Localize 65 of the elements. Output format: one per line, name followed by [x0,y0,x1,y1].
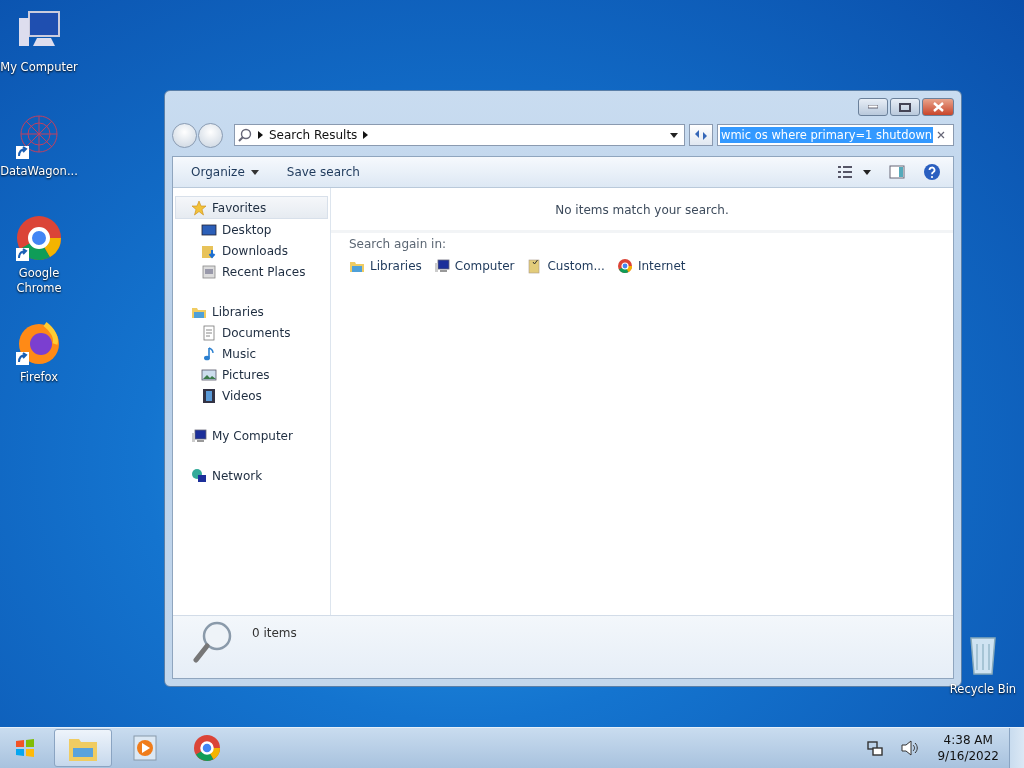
breadcrumb-arrow-icon [258,131,263,139]
nav-item[interactable]: Pictures [173,364,330,385]
item-count: 0 items [252,626,297,640]
nav-item[interactable]: Videos [173,385,330,406]
nav-icon [201,366,217,383]
play-icon [130,734,160,762]
nav-icon [201,221,217,238]
help-icon[interactable] [923,163,941,181]
nav-item[interactable]: My Computer [173,425,330,446]
clock-time[interactable]: 4:38 AM [943,732,993,748]
search-icon [238,128,252,142]
nav-item[interactable]: Recent Places [173,261,330,282]
desktop-icon-label: Recycle Bin [949,682,1017,697]
search-location-link[interactable]: Internet [616,258,686,274]
address-bar[interactable]: Search Results [234,124,685,146]
speaker-icon[interactable] [901,740,920,756]
desktop-icon-label: My Computer [0,60,78,75]
location-icon [526,258,543,274]
breadcrumb-arrow-icon [363,131,369,139]
maximize-button[interactable] [890,98,920,116]
close-button[interactable] [922,98,954,116]
location-icon [616,258,633,274]
magnifier-icon [193,620,233,664]
minimize-button[interactable] [858,98,888,116]
desktop-icon-label: Firefox [19,370,59,385]
nav-item[interactable]: Music [173,343,330,364]
empty-message: No items match your search. [331,188,953,233]
windows-logo-icon [14,737,36,759]
nav-icon [201,263,217,280]
desktop-icon-label: DataWagon... [0,164,78,179]
nav-icon [191,199,207,216]
clear-icon [937,131,945,139]
breadcrumb[interactable]: Search Results [269,128,358,142]
nav-item[interactable]: Desktop [173,219,330,240]
nav-icon [201,345,217,362]
nav-item[interactable]: Favorites [175,196,328,219]
minimize-icon [868,105,878,109]
view-caret-icon[interactable] [863,169,871,175]
toolbar-button[interactable]: Save search [278,162,368,182]
nav-item[interactable]: Network [173,465,330,486]
nav-icon [201,324,217,341]
nav-icon [191,467,207,484]
refresh-icon [693,128,709,142]
clock-date[interactable]: 9/16/2022 [937,748,999,764]
nav-item[interactable]: Documents [173,322,330,343]
search-location-link[interactable]: Libraries [349,258,422,274]
nav-item[interactable]: Downloads [173,240,330,261]
search-again-label: Search again in: [349,237,448,251]
desktop-icon-label: Google Chrome [15,266,63,296]
nav-item[interactable]: Libraries [173,301,330,322]
refresh-button[interactable] [689,124,713,146]
maximize-icon [899,102,911,112]
nav-icon [201,387,217,404]
view-options-icon[interactable] [837,165,853,179]
search-location-link[interactable]: Custom... [526,258,605,274]
chrome-logo-icon[interactable] [15,214,63,262]
search-location-link[interactable]: Computer [433,258,515,274]
toolbar-button[interactable]: Organize [183,162,267,182]
location-icon [433,258,450,274]
network-icon[interactable] [867,740,884,756]
nav-icon [191,427,207,444]
chrome-logo-icon [192,734,222,762]
preview-pane-icon[interactable] [889,165,905,179]
dropdown-caret-icon [670,132,678,138]
close-icon [932,102,944,112]
